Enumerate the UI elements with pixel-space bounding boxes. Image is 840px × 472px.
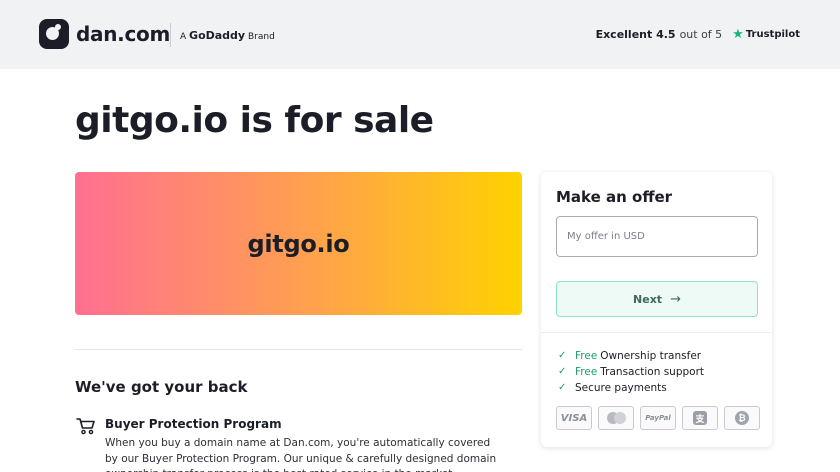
perks-list: ✓ Free Ownership transfer ✓ Free Transac… [558,348,704,396]
godaddy-brand: A GoDaddy Brand [180,29,275,42]
trustpilot-rating[interactable]: Excellent 4.5 out of 5 ★ Trustpilot [596,28,800,41]
bitcoin-icon: ₿ [724,406,760,430]
check-icon: ✓ [558,350,567,361]
star-icon: ★ [732,27,744,42]
perk-item: ✓ Secure payments [558,380,704,396]
brand-name: GoDaddy [189,29,246,42]
offer-input[interactable] [556,216,758,257]
mastercard-icon [598,406,634,430]
title-rest: is for sale [239,100,434,141]
feature-text: When you buy a domain name at Dan.com, y… [105,437,497,472]
cart-icon [76,418,95,435]
dan-logo-icon [39,19,69,49]
trustpilot-label: Trustpilot [745,29,800,40]
arrow-right-icon: → [670,291,681,307]
payment-methods: VISA PayPal 支 ₿ [556,406,760,430]
visa-icon: VISA [556,406,592,430]
alipay-icon: 支 [682,406,718,430]
card-divider [541,332,772,333]
offer-title: Make an offer [556,188,673,206]
paypal-icon: PayPal [640,406,676,430]
perk-text: Ownership transfer [600,350,702,362]
perk-free: Free [575,366,598,378]
brand-suffix: Brand [247,32,275,42]
check-icon: ✓ [558,382,567,393]
perk-text: Transaction support [600,366,705,378]
perk-free: Free [575,350,598,362]
offer-card: Make an offer Next → ✓ Free Ownership tr… [541,172,772,447]
perk-text: Secure payments [575,382,667,394]
top-header: dan.com A GoDaddy Brand Excellent 4.5 ou… [0,0,840,69]
perk-item: ✓ Free Ownership transfer [558,348,704,364]
check-icon: ✓ [558,366,567,377]
section-divider [75,349,522,350]
next-label: Next [633,292,663,306]
domain-banner: gitgo.io [75,172,522,315]
next-button[interactable]: Next → [556,281,758,317]
perk-item: ✓ Free Transaction support [558,364,704,380]
logo-text: dan.com [76,22,170,46]
rating-text: Excellent 4.5 [595,28,676,41]
page-title: gitgo.io is for sale [75,100,434,141]
dan-logo[interactable]: dan.com [39,19,170,49]
title-domain: gitgo.io [75,100,228,141]
logo-divider [170,23,171,47]
brand-prefix: A [180,32,187,42]
banner-domain: gitgo.io [247,229,350,258]
feature-title: Buyer Protection Program [105,417,282,431]
rating-out-of: out of 5 [679,28,723,41]
section-title: We've got your back [75,378,248,396]
